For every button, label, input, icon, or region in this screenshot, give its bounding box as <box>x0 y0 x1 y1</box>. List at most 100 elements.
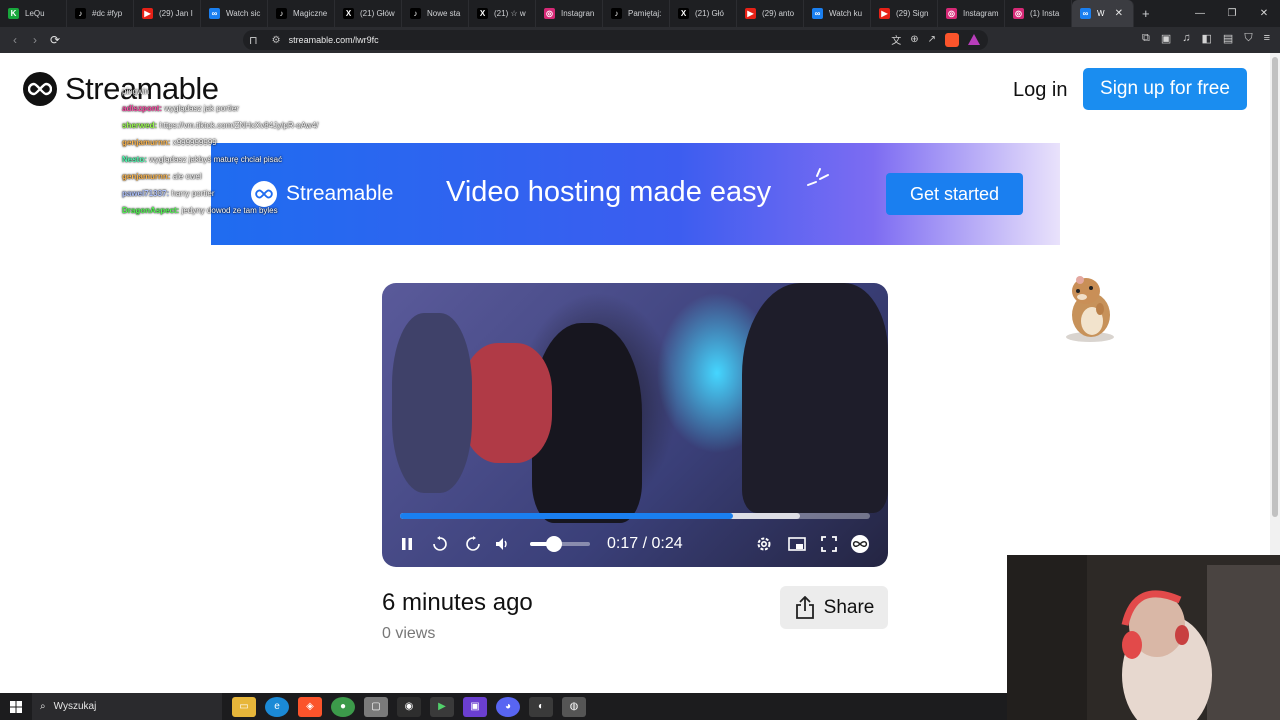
restore-icon[interactable]: ❐ <box>1216 0 1248 27</box>
browser-tab[interactable]: ♪ Nowe sta <box>402 0 469 27</box>
app-icon[interactable]: ▢ <box>364 696 388 717</box>
browser-tab[interactable]: ♪ #dc #fyp <box>67 0 134 27</box>
pause-icon[interactable] <box>396 533 418 555</box>
play-icon[interactable]: ▶ <box>430 696 454 717</box>
scrollbar-thumb[interactable] <box>1272 57 1278 517</box>
video-progress-bar[interactable] <box>400 513 870 519</box>
file-explorer-icon[interactable]: ▭ <box>232 696 256 717</box>
address-bar[interactable]: ⊓ ⚙ streamable.com/lwr9fc 文 ⊕ ↗ <box>243 30 988 50</box>
twitch-icon[interactable]: ▣ <box>463 696 487 717</box>
chat-text: x999999999 <box>172 138 217 147</box>
tab-favicon-icon: ◎ <box>946 8 957 19</box>
browser-tab[interactable]: ♪ Magiczne <box>268 0 335 27</box>
obs-icon[interactable]: ◉ <box>397 696 421 717</box>
sidebar-icon[interactable]: ◧ <box>1202 32 1212 45</box>
fullscreen-icon[interactable] <box>818 533 840 555</box>
chat-message: pingwin <box>122 83 402 100</box>
edge-icon[interactable]: e <box>265 696 289 717</box>
signup-button[interactable]: Sign up for free <box>1083 68 1247 110</box>
brave-icon[interactable]: ◈ <box>298 696 322 717</box>
browser-tab[interactable]: ∞ Watch sic <box>201 0 268 27</box>
chat-text: wyglądasz jak portier <box>164 104 239 113</box>
browser-tab[interactable]: ∞ W ✕ <box>1072 0 1134 27</box>
chat-text: jedyny dowod ze tam byles <box>181 206 278 215</box>
tab-favicon-icon: ∞ <box>1080 8 1091 19</box>
tab-favicon-icon: ▶ <box>745 8 756 19</box>
browser-tab[interactable]: ∞ Watch ku <box>804 0 871 27</box>
zoom-icon[interactable]: ⊕ <box>910 34 918 45</box>
chat-username: adiszpont: <box>122 104 162 113</box>
app-icon[interactable]: ◍ <box>562 696 586 717</box>
tab-title: (21) Głów <box>360 9 395 18</box>
login-link[interactable]: Log in <box>1013 79 1068 102</box>
back-icon[interactable]: ‹ <box>5 33 25 47</box>
browser-tab[interactable]: ♪ Pamiętaj: <box>603 0 670 27</box>
taskbar-search[interactable]: ⌕ Wyszukaj <box>32 693 222 720</box>
screenshot-icon[interactable]: ▣ <box>1161 32 1171 45</box>
picture-in-picture-icon[interactable] <box>786 533 808 555</box>
settings-gear-icon[interactable] <box>753 533 775 555</box>
minimize-icon[interactable]: — <box>1184 0 1216 27</box>
menu-icon[interactable]: ≡ <box>1264 32 1270 45</box>
chat-message: sherwed: https://vm.tiktok.com/ZNHxXv84J… <box>122 117 402 134</box>
media-icon[interactable]: ♫ <box>1182 32 1190 45</box>
view-count: 0 views <box>382 625 436 642</box>
streamable-link-icon[interactable] <box>849 533 871 555</box>
vpn-icon[interactable]: ⛉ <box>1244 32 1252 45</box>
browser-tab[interactable]: X (21) Głów <box>335 0 402 27</box>
tab-title: #dc #fyp <box>92 9 123 18</box>
close-tab-icon[interactable]: ✕ <box>1115 8 1123 19</box>
browser-tab[interactable]: ▶ (29) Jan I <box>134 0 201 27</box>
banner-tagline: Video hosting made easy <box>446 176 772 208</box>
chat-message: genjamurnn: ale cwel <box>122 168 402 185</box>
window-controls: — ❐ ✕ <box>1184 0 1280 27</box>
browser-tab[interactable]: X (21) Głó <box>670 0 737 27</box>
chat-message: DragonAspect: jedyny dowod ze tam byles <box>122 202 402 219</box>
get-started-button[interactable]: Get started <box>886 173 1023 215</box>
share-button[interactable]: Share <box>780 586 888 629</box>
browser-tab[interactable]: K LeQu <box>0 0 67 27</box>
rewind-10-icon[interactable] <box>429 533 451 555</box>
new-tab-button[interactable]: + <box>1134 6 1158 21</box>
close-window-icon[interactable]: ✕ <box>1248 0 1280 27</box>
share-label: Share <box>823 596 875 618</box>
tab-title: (29) Sign <box>896 9 929 18</box>
chat-text: ale cwel <box>172 172 202 181</box>
reload-icon[interactable]: ⟳ <box>45 33 65 47</box>
volume-slider[interactable] <box>530 536 590 552</box>
browser-tab[interactable]: ◎ (1) Insta <box>1005 0 1072 27</box>
video-player[interactable]: 0:17 / 0:24 <box>382 283 888 567</box>
chat-text: wyglądasz jakbyś maturę chciał pisać <box>149 155 283 164</box>
brave-shields-icon[interactable] <box>945 32 959 47</box>
url-text[interactable]: streamable.com/lwr9fc <box>289 35 379 45</box>
browser-tab[interactable]: ◎ Instagram <box>938 0 1005 27</box>
volume-knob[interactable] <box>546 536 562 552</box>
tab-title: Watch ku <box>829 9 863 18</box>
volume-icon[interactable] <box>491 533 513 555</box>
translate-icon[interactable]: 文 <box>891 32 901 47</box>
browser-toolbar: ‹ › ⟳ ⊓ ⚙ streamable.com/lwr9fc 文 ⊕ ↗ ⧉ … <box>0 27 1280 53</box>
forward-10-icon[interactable] <box>462 533 484 555</box>
wallet-icon[interactable]: ▤ <box>1223 32 1233 45</box>
bookmark-icon[interactable]: ⊓ <box>249 34 258 47</box>
start-button[interactable] <box>0 700 32 713</box>
brave-rewards-icon[interactable] <box>968 34 980 45</box>
discord-icon[interactable]: ◕ <box>496 696 520 717</box>
tab-title: Watch sic <box>226 9 261 18</box>
chat-message: genjamurnn: x999999999 <box>122 134 402 151</box>
tab-title: (29) Jan I <box>159 9 193 18</box>
windows-logo-icon <box>10 700 22 713</box>
browser-tab[interactable]: ◎ Instagran <box>536 0 603 27</box>
webcam-overlay <box>1007 555 1280 720</box>
browser-tab[interactable]: X (21) ☆ w <box>469 0 536 27</box>
site-settings-icon[interactable]: ⚙ <box>272 35 281 46</box>
chrome-icon[interactable]: ● <box>331 696 355 717</box>
share-page-icon[interactable]: ↗ <box>928 34 936 45</box>
windows-taskbar: ⌕ Wyszukaj ▭ e ◈ ● ▢ ◉ ▶ ▣ ◕ ◐ ◍ <box>0 693 1007 720</box>
extensions-icon[interactable]: ⧉ <box>1142 32 1150 45</box>
forward-icon[interactable]: › <box>25 33 45 47</box>
browser-tab[interactable]: ▶ (29) Sign <box>871 0 938 27</box>
app-icon[interactable]: ◐ <box>529 696 553 717</box>
browser-tab[interactable]: ▶ (29) anto <box>737 0 804 27</box>
chat-username: pawel71337: <box>122 189 170 198</box>
